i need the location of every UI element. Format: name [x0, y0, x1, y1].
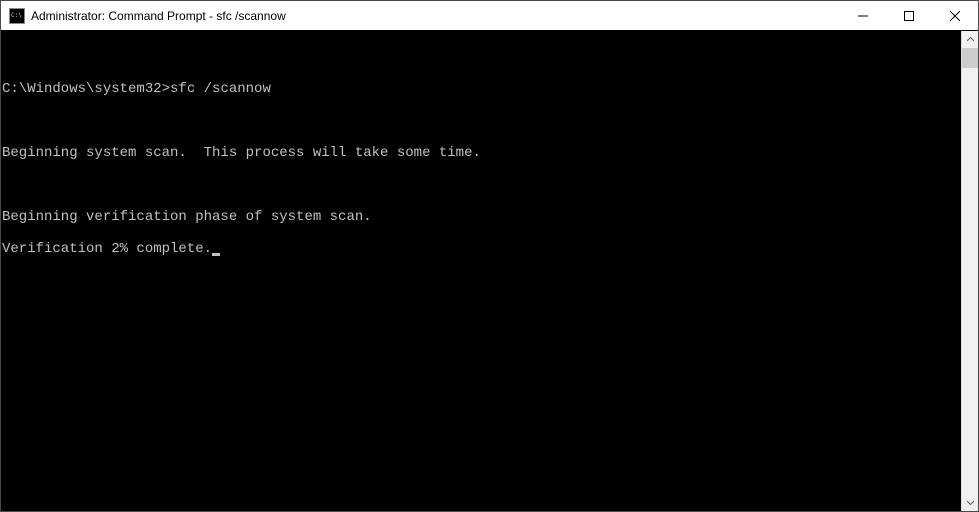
- scroll-thumb[interactable]: [962, 48, 978, 68]
- terminal-line: [2, 113, 961, 129]
- terminal-line: Beginning verification phase of system s…: [2, 209, 961, 225]
- cmd-icon: C:\: [9, 8, 25, 24]
- titlebar[interactable]: C:\ Administrator: Command Prompt - sfc …: [1, 1, 978, 31]
- terminal-line: Verification 2% complete.: [2, 241, 961, 257]
- prompt-text: C:\Windows\system32>: [2, 81, 170, 97]
- window-title: Administrator: Command Prompt - sfc /sca…: [31, 9, 840, 23]
- terminal-line: [2, 49, 961, 65]
- command-prompt-window: C:\ Administrator: Command Prompt - sfc …: [0, 0, 979, 512]
- window-controls: [840, 1, 978, 30]
- scroll-track[interactable]: [962, 48, 978, 494]
- maximize-button[interactable]: [886, 1, 932, 30]
- terminal-line: Beginning system scan. This process will…: [2, 145, 961, 161]
- scroll-up-button[interactable]: [962, 31, 978, 48]
- command-text: sfc /scannow: [170, 81, 271, 97]
- progress-text: Verification 2% complete.: [2, 241, 212, 257]
- cursor: [212, 253, 220, 256]
- terminal-line: [2, 177, 961, 193]
- vertical-scrollbar[interactable]: [961, 31, 978, 511]
- terminal-output[interactable]: C:\Windows\system32>sfc /scannow Beginni…: [1, 31, 961, 511]
- minimize-button[interactable]: [840, 1, 886, 30]
- svg-text:C:\: C:\: [11, 12, 22, 19]
- close-button[interactable]: [932, 1, 978, 30]
- scroll-down-button[interactable]: [962, 494, 978, 511]
- terminal-line: C:\Windows\system32>sfc /scannow: [2, 81, 961, 97]
- client-area: C:\Windows\system32>sfc /scannow Beginni…: [1, 31, 978, 511]
